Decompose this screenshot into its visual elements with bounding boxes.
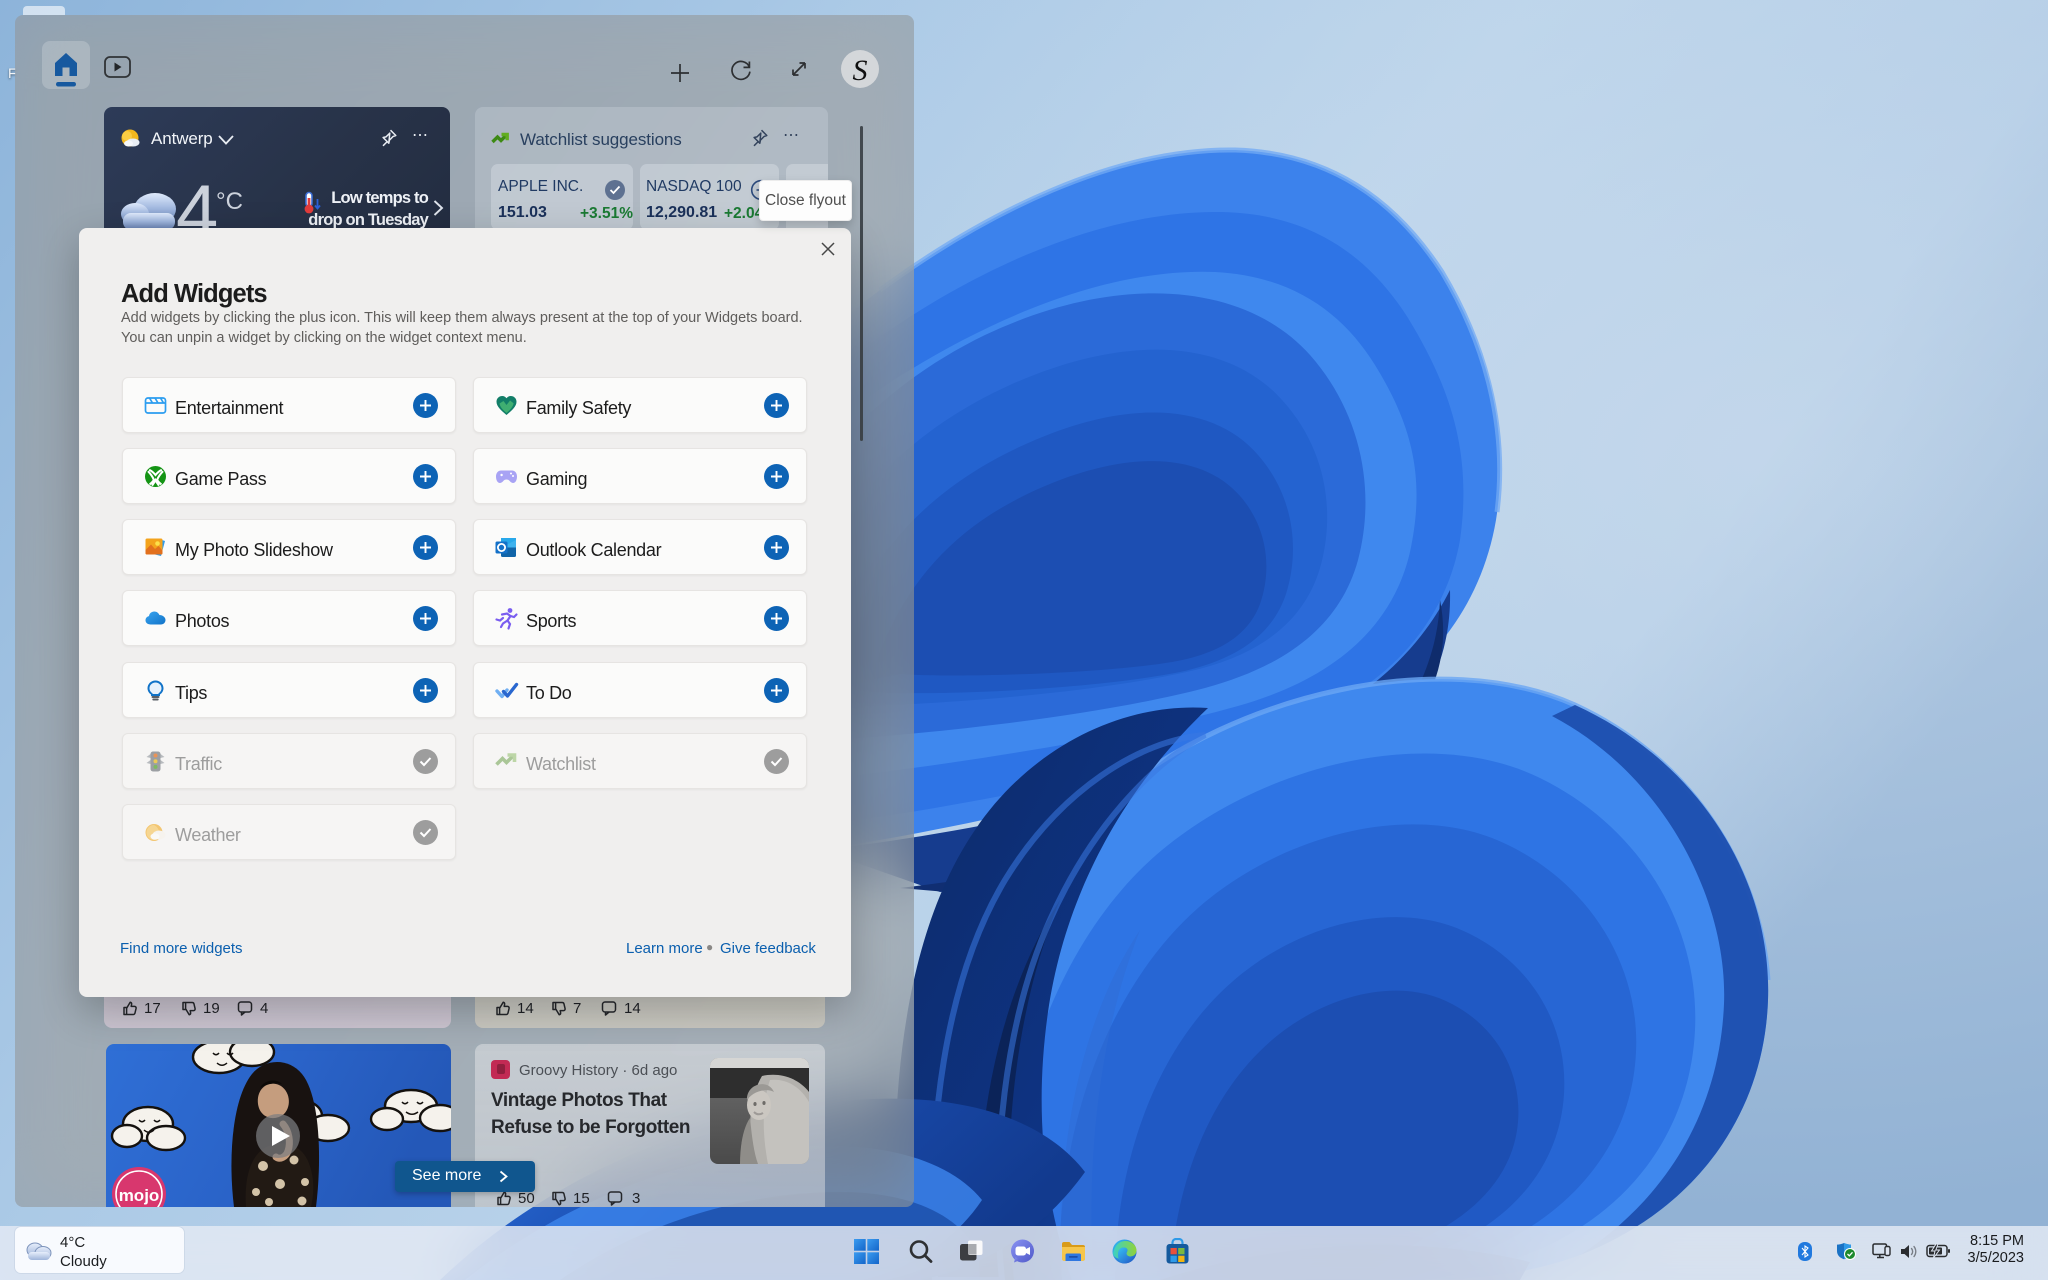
svg-text:mojo: mojo	[119, 1186, 160, 1205]
